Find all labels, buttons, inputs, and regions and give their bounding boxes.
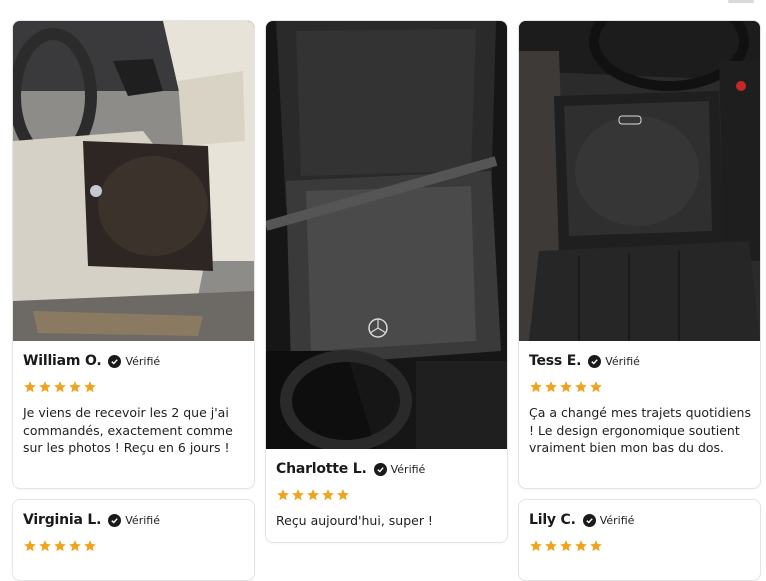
star-icon [322,489,334,501]
review-text: Je viens de recevoir les 2 que j'ai comm… [23,405,233,455]
star-icon [277,489,289,501]
verified-label: Vérifié [605,354,640,368]
review-text: Reçu aujourd'hui, super ! [276,513,433,528]
check-badge-icon [588,354,602,368]
review-card[interactable]: Lily C. Vérifié [518,499,761,581]
review-card[interactable]: William O. Vérifié Je viens de recevoir … [12,20,255,489]
star-icon [337,489,349,501]
star-rating [23,380,246,394]
check-badge-icon [108,354,122,368]
verified-label: Vérifié [390,462,426,476]
reviewer-name: Charlotte L. [276,461,367,477]
star-icon [560,381,572,393]
reviewer-name: Lily C. [529,512,576,528]
review-photo[interactable] [13,21,254,341]
review-card[interactable]: Charlotte L. Vérifié Reçu aujourd'hui, s… [265,20,508,543]
star-icon [69,381,81,393]
check-badge-icon [373,462,387,476]
star-icon [292,489,304,501]
star-icon [24,381,36,393]
reviewer-name: Tess E. [529,353,582,369]
star-icon [84,381,96,393]
star-icon [545,381,557,393]
review-card[interactable]: Tess E. Vérifié Ça a changé mes trajets … [518,20,761,489]
verified-label: Vérifié [125,354,161,368]
verified-label: Vérifié [599,513,635,527]
reviewer-name: William O. [23,353,102,369]
star-icon [307,489,319,501]
review-text: Ça a changé mes trajets quotidiens ! Le … [529,405,751,455]
review-card[interactable]: Virginia L. Vérifié [12,499,255,581]
star-icon [575,381,587,393]
star-rating [529,380,752,394]
scroll-handle[interactable] [728,0,754,3]
review-photo[interactable] [519,21,760,341]
star-icon [39,381,51,393]
star-icon [530,381,542,393]
check-badge-icon [108,513,122,527]
review-photo[interactable] [266,21,507,449]
star-icon [54,381,66,393]
reviewer-name: Virginia L. [23,512,102,528]
verified-label: Vérifié [125,513,160,527]
star-rating [276,488,499,502]
star-icon [590,381,602,393]
check-badge-icon [582,513,596,527]
